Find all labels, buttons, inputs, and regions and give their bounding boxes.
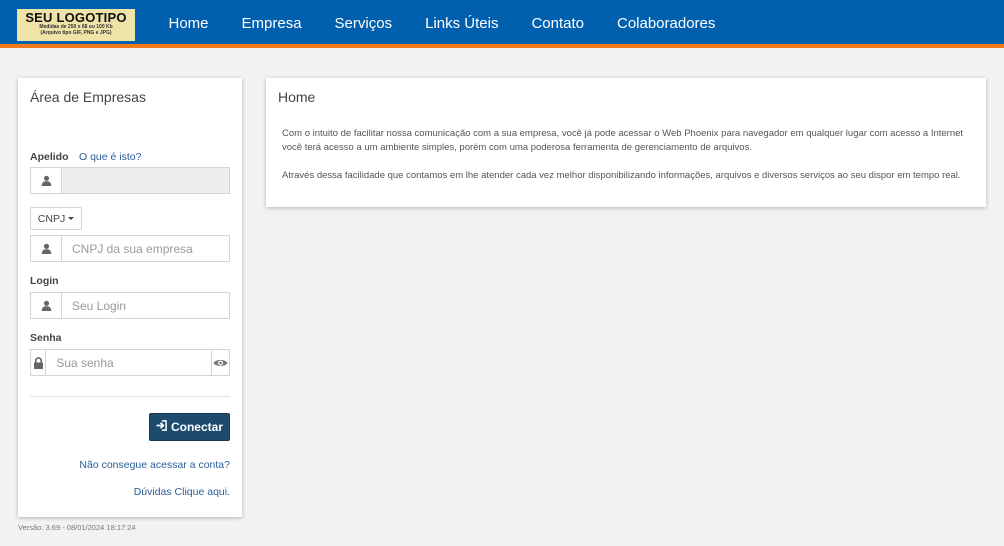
top-navbar: SEU LOGOTIPO Medidas de 250 x 68 ou 100 … (0, 0, 1004, 48)
nav-home[interactable]: Home (152, 0, 225, 48)
connect-button-label: Conectar (170, 420, 223, 434)
cnpj-field-group (30, 235, 230, 262)
document-type-label: CNPJ (37, 212, 66, 225)
login-panel-title: Área de Empresas (30, 89, 146, 105)
login-field-group (30, 292, 230, 319)
document-type-dropdown[interactable]: CNPJ (30, 207, 82, 230)
nav-contato[interactable]: Contato (515, 0, 601, 48)
apelido-input[interactable] (62, 168, 229, 193)
main-nav: Home Empresa Serviços Links Úteis Contat… (152, 0, 732, 48)
sign-in-icon (156, 420, 167, 434)
logo-title: SEU LOGOTIPO (25, 10, 127, 25)
caret-down-icon (68, 217, 75, 220)
divider (30, 396, 230, 397)
home-paragraph-2: Através dessa facilidade que contamos em… (282, 170, 961, 181)
help-link[interactable]: Dúvidas Clique aqui. (134, 486, 230, 498)
cnpj-input[interactable] (62, 236, 229, 261)
nav-colaboradores[interactable]: Colaboradores (600, 0, 731, 48)
login-panel: Área de Empresas Apelido O que é isto? C… (18, 78, 242, 517)
senha-field-group (30, 349, 230, 376)
user-icon (31, 168, 62, 193)
senha-label: Senha (30, 332, 62, 344)
connect-button[interactable]: Conectar (149, 413, 230, 441)
user-icon (31, 236, 62, 261)
login-input[interactable] (62, 293, 229, 318)
user-icon (31, 293, 62, 318)
nav-servicos[interactable]: Serviços (318, 0, 409, 48)
nav-empresa[interactable]: Empresa (225, 0, 318, 48)
logo-subtitle-2: (Arquivo tipo GIF, PNG e JPG) (40, 30, 112, 36)
home-panel-title: Home (278, 89, 316, 105)
password-input[interactable] (46, 350, 212, 375)
home-paragraph-1: Com o intuito de facilitar nossa comunic… (282, 128, 964, 153)
home-content: Com o intuito de facilitar nossa comunic… (282, 127, 972, 183)
forgot-access-link[interactable]: Não consegue acessar a conta? (79, 459, 230, 471)
home-panel: Home Com o intuito de facilitar nossa co… (266, 78, 986, 207)
apelido-label: Apelido (30, 151, 69, 163)
login-label: Login (30, 275, 59, 287)
lock-icon (31, 350, 47, 375)
apelido-field-group (30, 167, 230, 194)
what-is-this-link[interactable]: O que é isto? (79, 151, 141, 163)
nav-links-uteis[interactable]: Links Úteis (409, 0, 515, 48)
eye-icon[interactable] (211, 350, 229, 375)
logo[interactable]: SEU LOGOTIPO Medidas de 250 x 68 ou 100 … (17, 9, 135, 41)
version-text: Versão: 3.69 - 08/01/2024 18:17:24 (18, 523, 136, 532)
